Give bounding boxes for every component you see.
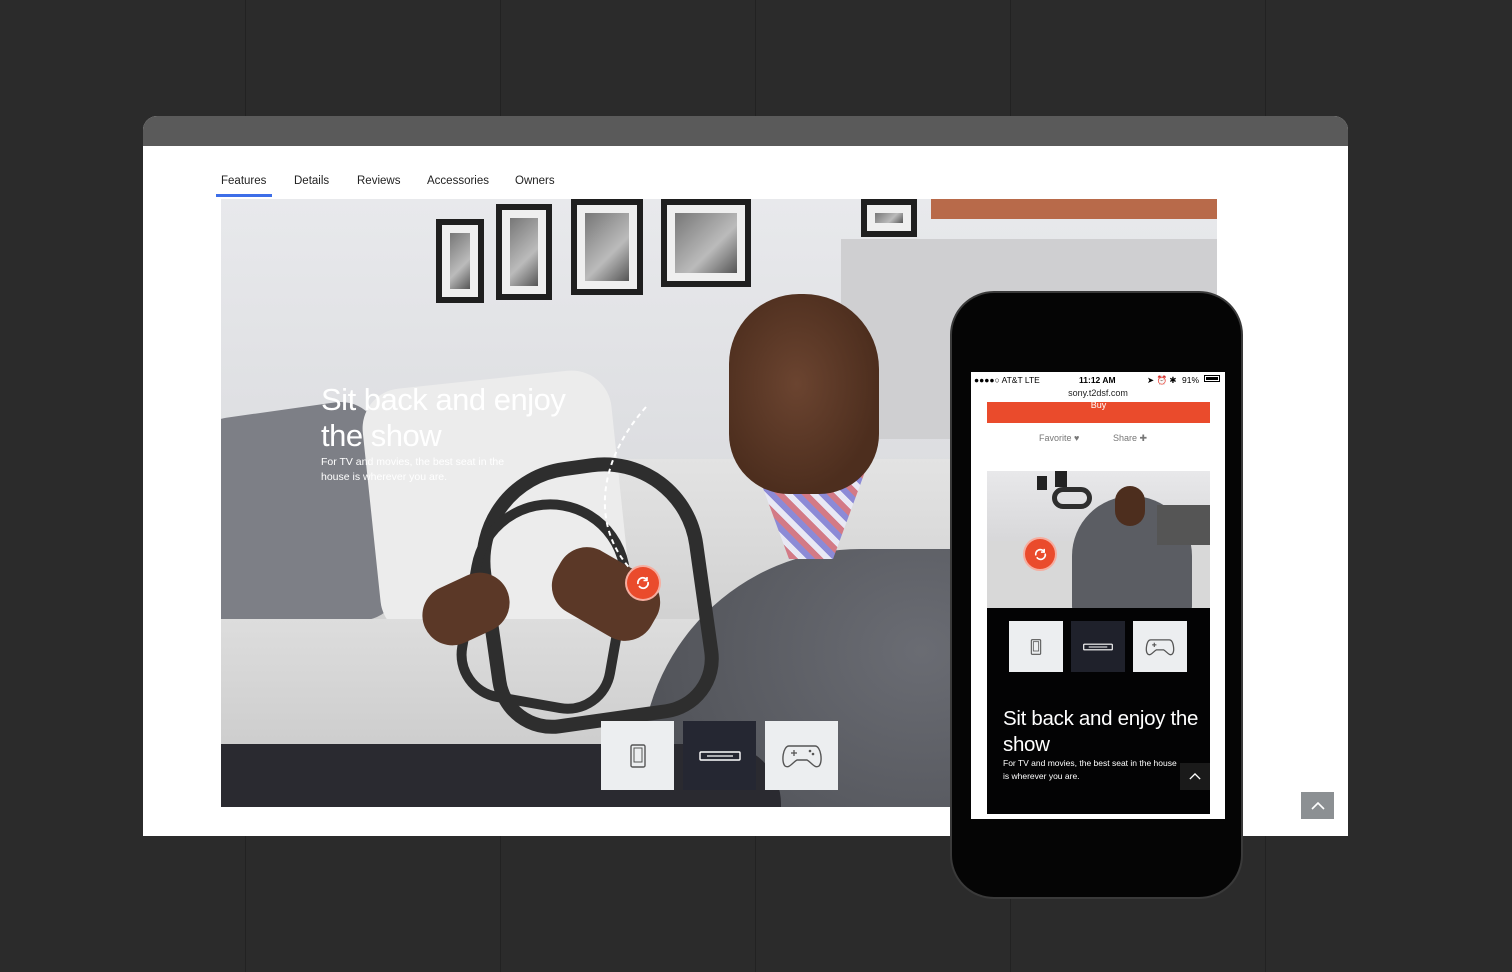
window-title-bar — [143, 116, 1348, 146]
mobile-feature-card: Sit back and enjoy the show For TV and m… — [987, 608, 1210, 814]
mobile-subtitle: For TV and movies, the best seat in the … — [1003, 758, 1177, 781]
tab-owners[interactable]: Owners — [515, 175, 555, 187]
tab-reviews[interactable]: Reviews — [357, 175, 400, 187]
buy-button[interactable]: Buy — [987, 402, 1210, 423]
status-time: 11:12 AM — [1079, 375, 1116, 385]
share-button[interactable]: Share ✚ — [1113, 433, 1147, 444]
favorite-button[interactable]: Favorite ♥ — [1039, 433, 1079, 443]
phone-icon[interactable] — [1009, 621, 1063, 672]
rotate-icon[interactable] — [625, 565, 661, 601]
battery-icon — [1204, 375, 1220, 382]
phone-screen: ●●●●○ AT&T LTE 11:12 AM ➤ ⏰ ✱ 91% sony.t… — [971, 372, 1225, 819]
carrier-label: ●●●●○ AT&T LTE — [974, 375, 1040, 385]
phone-icon[interactable] — [601, 721, 674, 790]
tab-accessories[interactable]: Accessories — [427, 175, 489, 187]
mobile-title: Sit back and enjoy the show — [1003, 707, 1199, 756]
tab-details[interactable]: Details — [294, 175, 329, 187]
gamepad-icon[interactable] — [1133, 621, 1187, 672]
mobile-hero-image — [987, 471, 1210, 608]
chevron-up-icon[interactable] — [1180, 763, 1210, 790]
mobile-rotate-icon[interactable] — [1023, 537, 1057, 571]
battery-label: 91% — [1182, 375, 1200, 385]
media-player-icon[interactable] — [683, 721, 756, 790]
phone-mockup: ●●●●○ AT&T LTE 11:12 AM ➤ ⏰ ✱ 91% sony.t… — [950, 291, 1243, 899]
status-icons: ➤ ⏰ ✱ — [1147, 375, 1177, 385]
gamepad-icon[interactable] — [765, 721, 838, 790]
url-bar[interactable]: sony.t2dsf.com — [971, 388, 1225, 398]
mobile-device-selector — [1009, 621, 1187, 672]
plus-icon: ✚ — [1139, 433, 1148, 443]
device-selector — [601, 721, 838, 790]
media-player-icon[interactable] — [1071, 621, 1125, 672]
chevron-up-icon[interactable] — [1301, 792, 1334, 819]
status-bar: ●●●●○ AT&T LTE 11:12 AM ➤ ⏰ ✱ 91% — [971, 372, 1225, 386]
heart-icon: ♥ — [1074, 433, 1080, 443]
tab-features[interactable]: Features — [215, 175, 273, 197]
